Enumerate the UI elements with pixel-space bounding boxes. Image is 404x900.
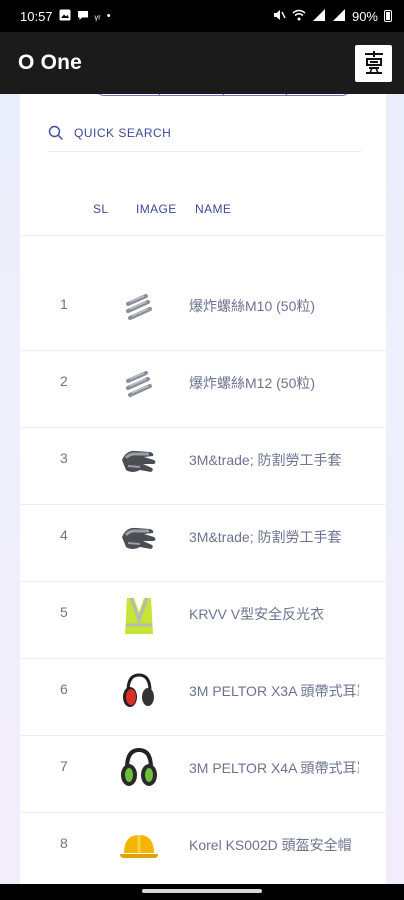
status-bar: 10:57 ᵧᵣ • 90% [0,0,404,32]
row-name[interactable]: Korel KS002D 頭盔安全帽 [189,835,359,855]
row-name[interactable]: 3M&trade; 防割勞工手套 [189,450,359,470]
table-row[interactable]: 5 KRVV V型安全反光衣 [20,582,386,659]
gallery-icon [59,9,71,24]
dot-icon: • [106,9,111,22]
column-header-image[interactable]: IMAGE [136,202,177,216]
quick-search[interactable]: QUICK SEARCH [48,114,362,152]
anchor-bolt-icon [116,361,162,407]
tab-strip[interactable] [96,94,350,96]
row-sl: 7 [60,758,68,774]
row-sl: 2 [60,373,68,389]
tab-segment[interactable] [224,94,287,95]
tab-segment[interactable] [97,94,161,95]
row-name[interactable]: 爆炸螺絲M12 (50粒) [189,373,359,393]
table-row[interactable]: 7 3M PELTOR X4A 頭帶式耳罩 [20,736,386,813]
wifi-icon [292,9,306,24]
content-card: QUICK SEARCH SL IMAGE NAME 1 爆炸螺絲M10 (50… [20,94,386,884]
search-icon[interactable] [48,125,64,141]
row-sl: 8 [60,835,68,851]
battery-percent: 90% [351,8,378,24]
row-sl: 4 [60,527,68,543]
row-name[interactable]: 3M&trade; 防割勞工手套 [189,527,359,547]
row-sl: 1 [60,296,68,312]
home-indicator[interactable] [142,889,262,893]
brand-logo-icon[interactable] [355,44,392,82]
anchor-bolt-icon [116,284,162,330]
tab-segment[interactable] [287,94,349,95]
battery-icon [384,10,392,22]
table-row[interactable]: 4 3M&trade; 防割勞工手套 [20,505,386,582]
notification-icon: ᵧᵣ [94,9,101,22]
column-header-name[interactable]: NAME [195,202,231,216]
mute-icon [273,9,286,24]
quick-search-label[interactable]: QUICK SEARCH [74,126,171,140]
column-header-sl[interactable]: SL [93,202,108,216]
table-row[interactable]: 2 爆炸螺絲M12 (50粒) [20,351,386,428]
row-name[interactable]: 爆炸螺絲M10 (50粒) [189,296,359,316]
app-bar: O One [0,32,404,94]
table-row[interactable]: 6 3M PELTOR X3A 頭帶式耳罩 [20,659,386,736]
row-name[interactable]: 3M PELTOR X4A 頭帶式耳罩 [189,758,359,778]
tab-segment[interactable] [160,94,224,95]
row-sl: 3 [60,450,68,466]
work-glove-icon [116,438,162,484]
table-header: SL IMAGE NAME [20,184,386,236]
message-icon [77,9,89,24]
earmuff-red-icon [116,669,162,715]
signal-icon [312,8,326,24]
hard-hat-icon [116,823,162,869]
status-time: 10:57 [20,8,53,24]
table-row[interactable]: 8 Korel KS002D 頭盔安全帽 [20,813,386,884]
status-right: 90% [273,8,392,24]
signal-icon [332,8,346,24]
table-row[interactable]: 1 爆炸螺絲M10 (50粒) [20,274,386,351]
work-glove-icon [116,515,162,561]
row-name[interactable]: KRVV V型安全反光衣 [189,604,359,624]
table-row[interactable]: 3 3M&trade; 防割勞工手套 [20,428,386,505]
row-sl: 6 [60,681,68,697]
row-sl: 5 [60,604,68,620]
status-left: 10:57 ᵧᵣ • [20,9,111,24]
row-name[interactable]: 3M PELTOR X3A 頭帶式耳罩 [189,681,359,701]
system-nav-bar [0,884,404,900]
earmuff-green-icon [116,746,162,792]
safety-vest-icon [116,592,162,638]
app-title: O One [18,51,83,74]
